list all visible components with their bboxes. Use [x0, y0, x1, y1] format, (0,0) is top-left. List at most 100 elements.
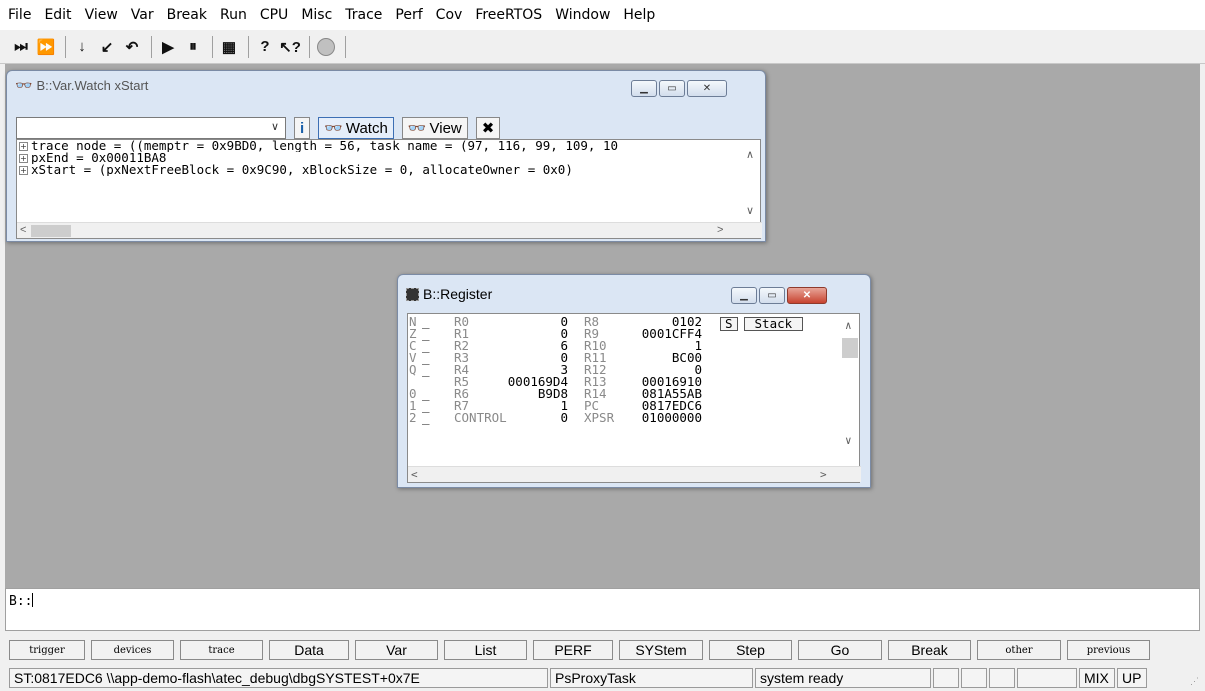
scroll-up-icon[interactable]: ∧ — [845, 319, 852, 332]
step-over-icon[interactable]: ⏭ — [10, 35, 32, 59]
softkey-other[interactable]: other — [977, 640, 1061, 660]
step-down-icon[interactable]: ↓ — [71, 35, 93, 59]
register-value[interactable]: 0 — [504, 411, 568, 424]
stack-button[interactable]: Stack — [743, 317, 804, 331]
chevron-down-icon[interactable]: ∨ — [271, 120, 279, 133]
watch-row[interactable]: + xStart = (pxNextFreeBlock = 0x9C90, xBl… — [17, 164, 737, 176]
command-line-input[interactable]: B:: — [5, 588, 1200, 631]
softkey-trigger[interactable]: trigger — [9, 640, 85, 660]
menu-var[interactable]: Var — [131, 7, 154, 23]
info-button[interactable]: i — [294, 117, 311, 139]
register-value[interactable]: 01000000 — [630, 411, 702, 424]
tools-icon: ✖ — [481, 120, 495, 137]
close-icon[interactable]: ✕ — [687, 80, 727, 97]
scroll-thumb[interactable] — [842, 338, 858, 358]
menu-break[interactable]: Break — [167, 7, 207, 23]
horizontal-scrollbar[interactable]: < > — [17, 222, 762, 238]
menu-window[interactable]: Window — [555, 7, 610, 23]
status-direction: UP — [1117, 668, 1147, 688]
register-value[interactable]: 6 — [504, 339, 568, 352]
menu-cpu[interactable]: CPU — [260, 7, 288, 23]
scroll-thumb[interactable] — [31, 225, 71, 237]
menu-trace[interactable]: Trace — [345, 7, 382, 23]
softkey-perf[interactable]: PERF — [533, 640, 613, 660]
softkey-previous[interactable]: previous — [1067, 640, 1150, 660]
register-value[interactable]: 0 — [504, 351, 568, 364]
scroll-right-icon[interactable]: > — [820, 468, 827, 481]
list-icon[interactable]: ▦ — [218, 35, 240, 59]
delete-watch-button[interactable]: ✖ — [475, 117, 501, 139]
register-row: R5 000169D4 R13 00016910 — [408, 375, 838, 388]
toolbar-divider — [212, 35, 213, 58]
watch-expression-combo[interactable]: ∨ — [16, 117, 286, 139]
vertical-scrollbar[interactable]: ∧ ∨ — [841, 314, 859, 454]
flag-value[interactable]: _ — [422, 411, 430, 424]
menu-misc[interactable]: Misc — [301, 7, 332, 23]
register-value[interactable]: BC00 — [630, 351, 702, 364]
resize-grip-icon[interactable]: ⋰ — [1190, 676, 1199, 687]
break-icon[interactable]: ⏸ — [182, 35, 204, 59]
menu-cov[interactable]: Cov — [436, 7, 463, 23]
context-help-icon[interactable]: ↖? — [279, 35, 301, 59]
softkey-list[interactable]: List — [444, 640, 527, 660]
register-value[interactable]: 0001CFF4 — [630, 327, 702, 340]
softkey-break[interactable]: Break — [888, 640, 971, 660]
expand-icon[interactable]: + — [19, 154, 28, 163]
step-return-icon[interactable]: ↙ — [96, 35, 118, 59]
info-icon: i — [300, 119, 305, 137]
minimize-icon[interactable]: ▁ — [731, 287, 757, 304]
go-up-icon[interactable]: ↶ — [121, 35, 143, 59]
menu-help[interactable]: Help — [623, 7, 655, 23]
scroll-down-icon[interactable]: ∨ — [746, 204, 754, 217]
expand-icon[interactable]: + — [19, 166, 28, 175]
menu-view[interactable]: View — [85, 7, 118, 23]
scroll-up-icon[interactable]: ∧ — [746, 148, 754, 161]
close-icon[interactable]: ✕ — [787, 287, 827, 304]
maximize-icon[interactable]: ▭ — [759, 287, 785, 304]
expand-icon[interactable]: + — [19, 142, 28, 151]
register-value[interactable]: B9D8 — [504, 387, 568, 400]
softkey-step[interactable]: Step — [709, 640, 792, 660]
s-button[interactable]: S — [720, 317, 738, 331]
watch-row[interactable]: + pxEnd = 0x00011BA8 — [17, 152, 737, 164]
menu-edit[interactable]: Edit — [44, 7, 71, 23]
vertical-scrollbar[interactable]: ∧ ∨ — [742, 140, 760, 224]
horizontal-scrollbar[interactable]: < > — [408, 466, 861, 482]
softkey-var[interactable]: Var — [355, 640, 438, 660]
softkey-devices[interactable]: devices — [91, 640, 174, 660]
watch-row[interactable]: + trace_node = ((memptr = 0x9BD0, length … — [17, 140, 737, 152]
register-window-controls: ▁ ▭ ✕ — [729, 287, 827, 304]
stop-icon[interactable] — [315, 35, 337, 59]
register-value[interactable]: 1 — [504, 399, 568, 412]
scroll-left-icon[interactable]: < — [20, 224, 26, 236]
help-icon[interactable]: ? — [254, 35, 276, 59]
menu-perf[interactable]: Perf — [395, 7, 422, 23]
menu-file[interactable]: File — [8, 7, 31, 23]
go-icon[interactable]: ▶ — [157, 35, 179, 59]
status-field — [961, 668, 987, 688]
minimize-icon[interactable]: ▁ — [631, 80, 657, 97]
softkey-data[interactable]: Data — [269, 640, 349, 660]
register-value[interactable]: 0 — [504, 315, 568, 328]
command-prompt: B:: — [9, 594, 33, 609]
watch-row-text: trace_node = ((memptr = 0x9BD0, length =… — [31, 140, 618, 152]
softkey-system[interactable]: SYStem — [619, 640, 703, 660]
flag-value[interactable]: _ — [422, 363, 430, 376]
menu-bar: File Edit View Var Break Run CPU Misc Tr… — [0, 0, 1205, 30]
toolbar-divider — [151, 35, 152, 58]
register-value[interactable]: 0 — [504, 327, 568, 340]
menu-run[interactable]: Run — [220, 7, 247, 23]
menu-freertos[interactable]: FreeRTOS — [475, 7, 542, 23]
softkey-trace[interactable]: trace — [180, 640, 263, 660]
status-field — [1017, 668, 1077, 688]
maximize-icon[interactable]: ▭ — [659, 80, 685, 97]
scroll-right-icon[interactable]: > — [717, 224, 723, 236]
step-into-icon[interactable]: ⏩ — [35, 35, 57, 59]
status-field — [989, 668, 1015, 688]
scroll-down-icon[interactable]: ∨ — [845, 434, 852, 447]
scroll-left-icon[interactable]: < — [411, 468, 418, 481]
toolbar-divider — [309, 35, 310, 58]
view-button[interactable]: 👓 View — [401, 117, 468, 139]
watch-button[interactable]: 👓 Watch — [318, 117, 394, 139]
softkey-go[interactable]: Go — [798, 640, 882, 660]
